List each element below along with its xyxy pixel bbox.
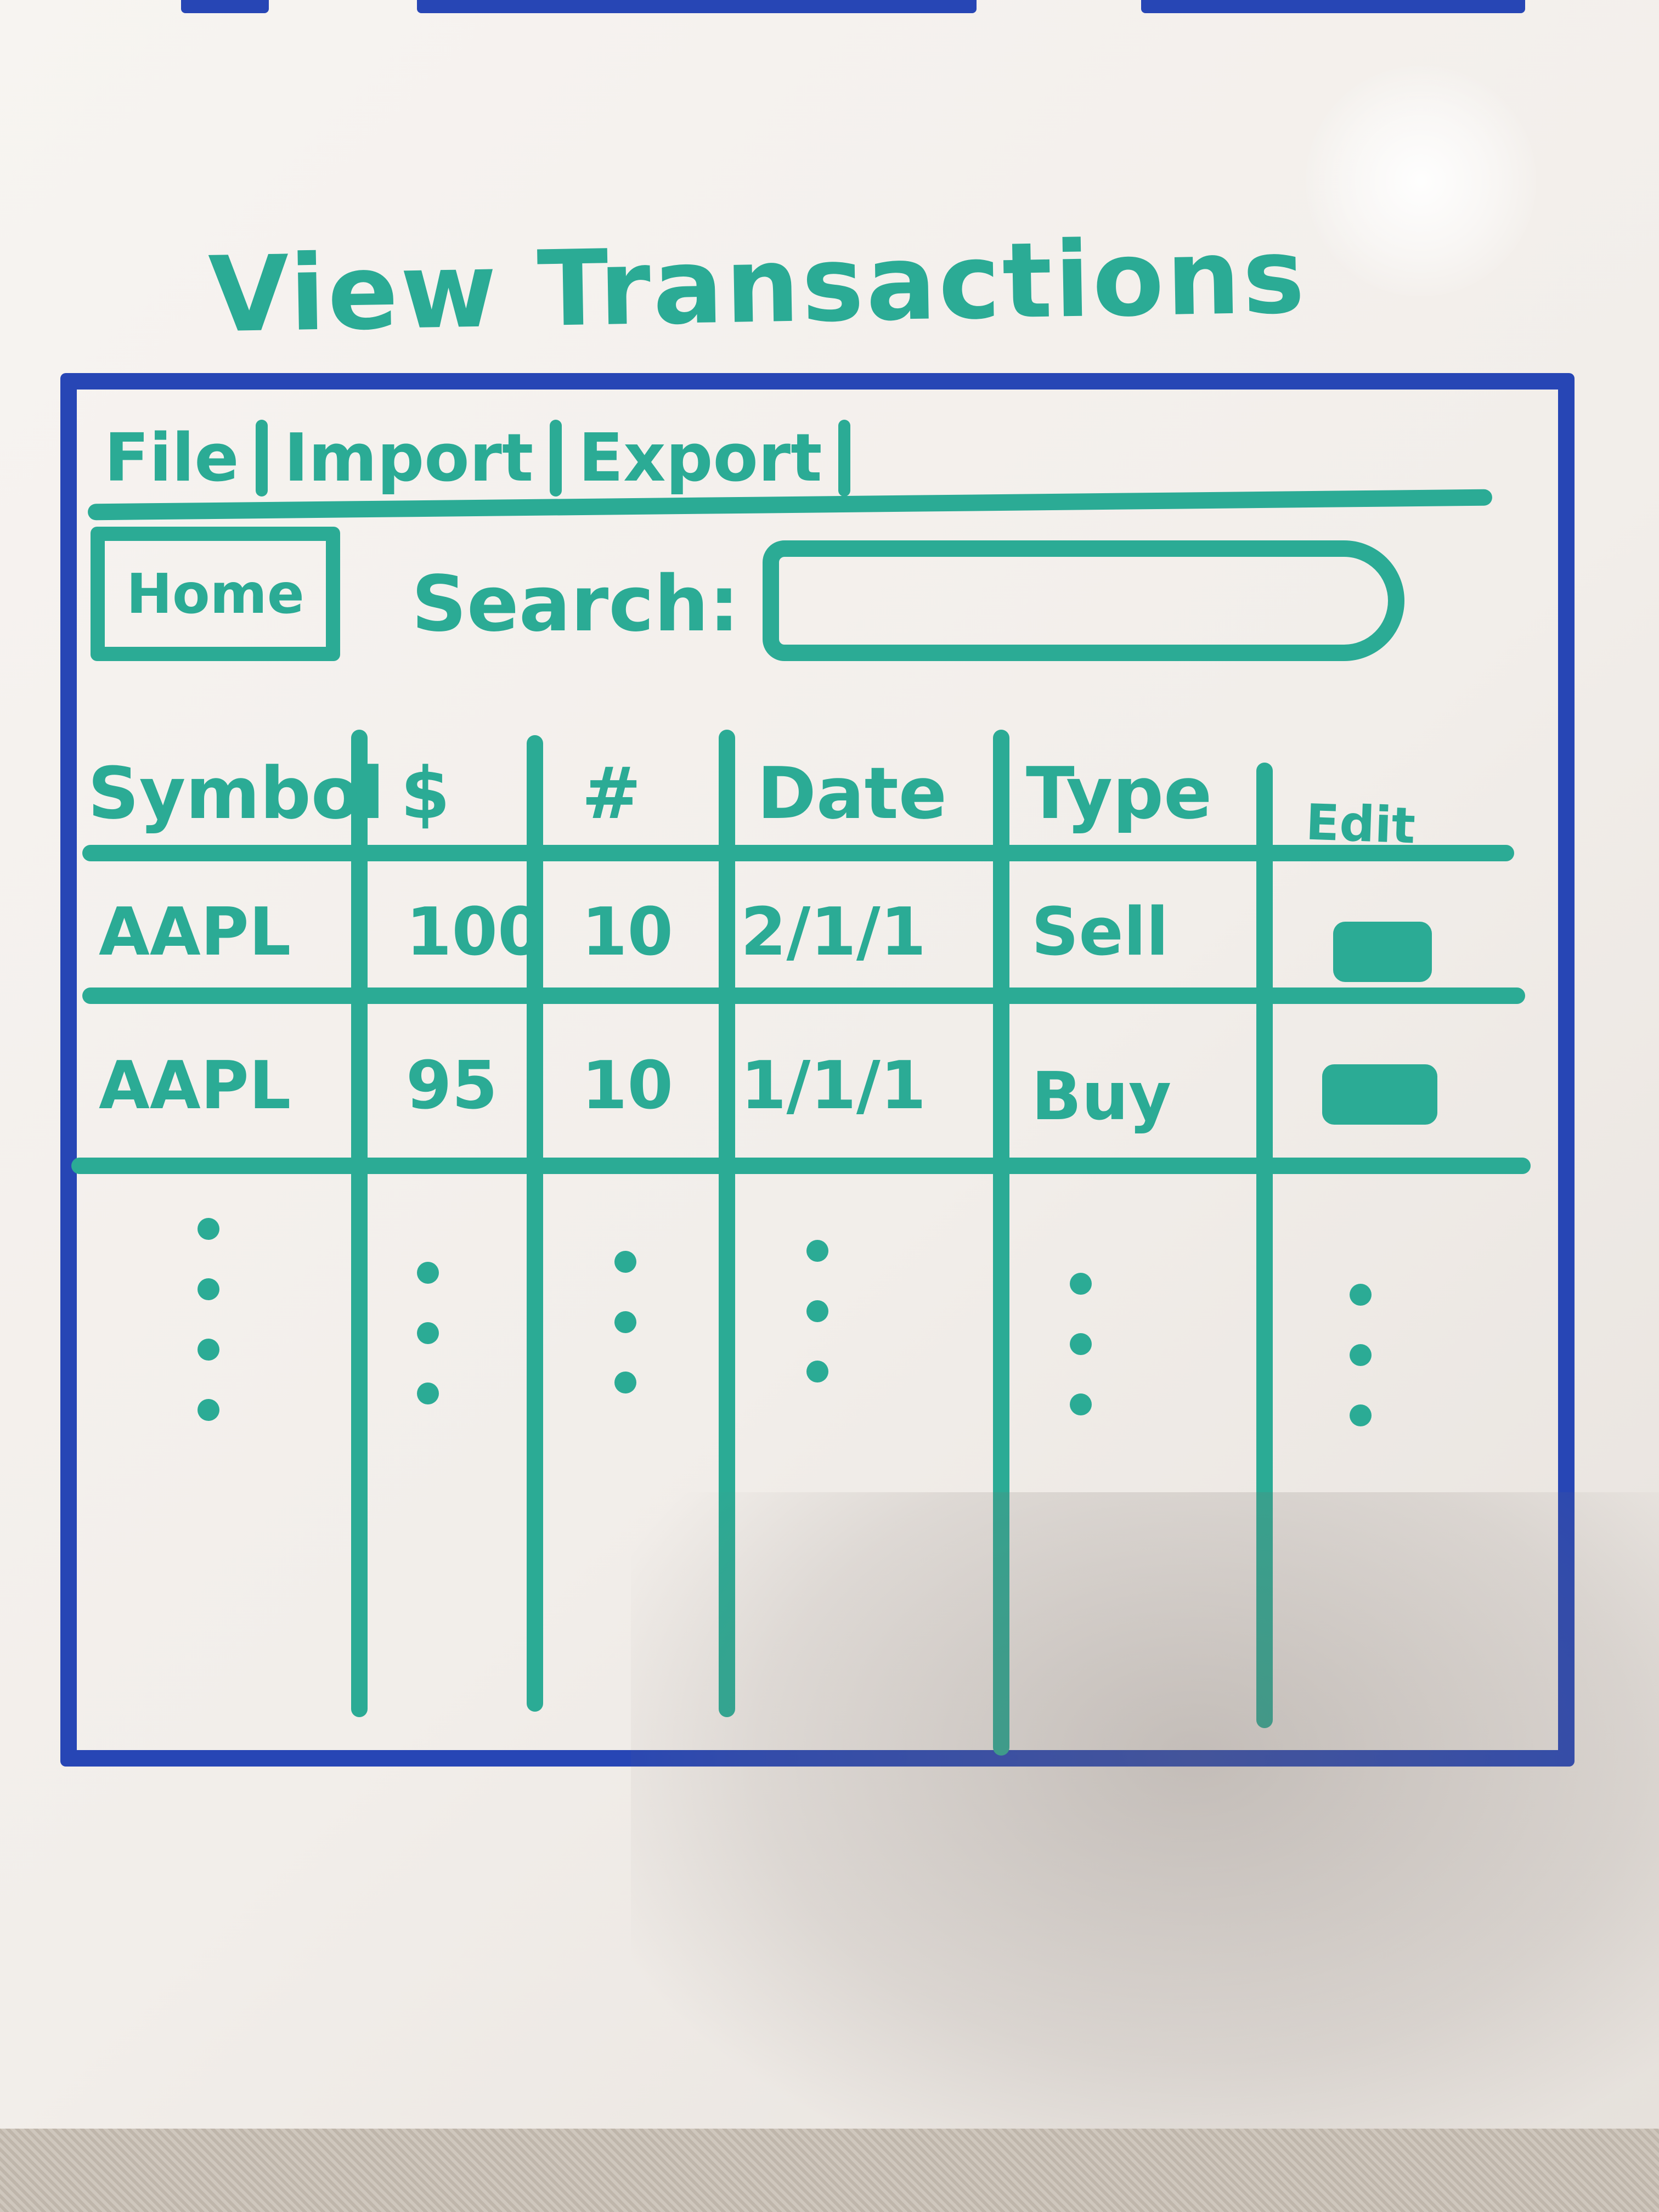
cell-date: 2/1/1	[741, 894, 927, 970]
row-divider	[82, 845, 1514, 861]
menu-bar: File Import Export	[88, 417, 851, 499]
cell-price: 100	[406, 894, 544, 970]
cell-quantity: 10	[582, 1048, 673, 1124]
edit-icon[interactable]	[1333, 922, 1432, 982]
column-header-date: Date	[757, 752, 947, 835]
column-divider	[527, 735, 543, 1712]
menu-separator	[255, 420, 268, 496]
row-divider	[71, 1158, 1531, 1174]
column-header-symbol: Symbol	[88, 752, 385, 835]
column-divider	[351, 730, 368, 1717]
home-button-label: Home	[126, 562, 304, 626]
menu-item-export[interactable]: Export	[562, 420, 838, 496]
column-header-edit: Edit	[1305, 793, 1417, 855]
edit-icon[interactable]	[1322, 1064, 1437, 1125]
more-rows-ellipsis-icon	[1070, 1273, 1092, 1415]
cell-quantity: 10	[582, 894, 673, 970]
column-header-type: Type	[1026, 752, 1212, 835]
cell-type: Sell	[1031, 894, 1169, 970]
home-button[interactable]: Home	[91, 527, 340, 661]
column-header-quantity: #	[582, 752, 641, 835]
carpet-floor	[0, 2129, 1659, 2212]
cell-symbol: AAPL	[99, 1048, 291, 1124]
cell-price: 95	[406, 1048, 498, 1124]
more-rows-ellipsis-icon	[1350, 1284, 1372, 1426]
more-rows-ellipsis-icon	[806, 1240, 828, 1383]
cell-type: Buy	[1031, 1059, 1172, 1135]
top-frame-stub	[181, 0, 269, 13]
menu-separator	[550, 420, 562, 496]
more-rows-ellipsis-icon	[614, 1251, 636, 1393]
search-input[interactable]	[763, 540, 1404, 661]
top-frame-stub	[1141, 0, 1525, 13]
more-rows-ellipsis-icon	[198, 1218, 219, 1421]
light-glare	[1306, 66, 1536, 296]
cell-symbol: AAPL	[99, 894, 291, 970]
column-header-price: $	[400, 752, 450, 835]
cell-date: 1/1/1	[741, 1048, 927, 1124]
top-frame-stub	[417, 0, 977, 13]
shadow	[631, 1492, 1659, 2151]
menu-separator	[838, 420, 851, 496]
search-label: Search:	[411, 560, 740, 649]
menu-item-file[interactable]: File	[88, 420, 256, 496]
page-title: View Transactions	[207, 215, 1308, 356]
menu-item-import[interactable]: Import	[268, 420, 550, 496]
row-divider	[82, 988, 1525, 1004]
more-rows-ellipsis-icon	[417, 1262, 439, 1404]
